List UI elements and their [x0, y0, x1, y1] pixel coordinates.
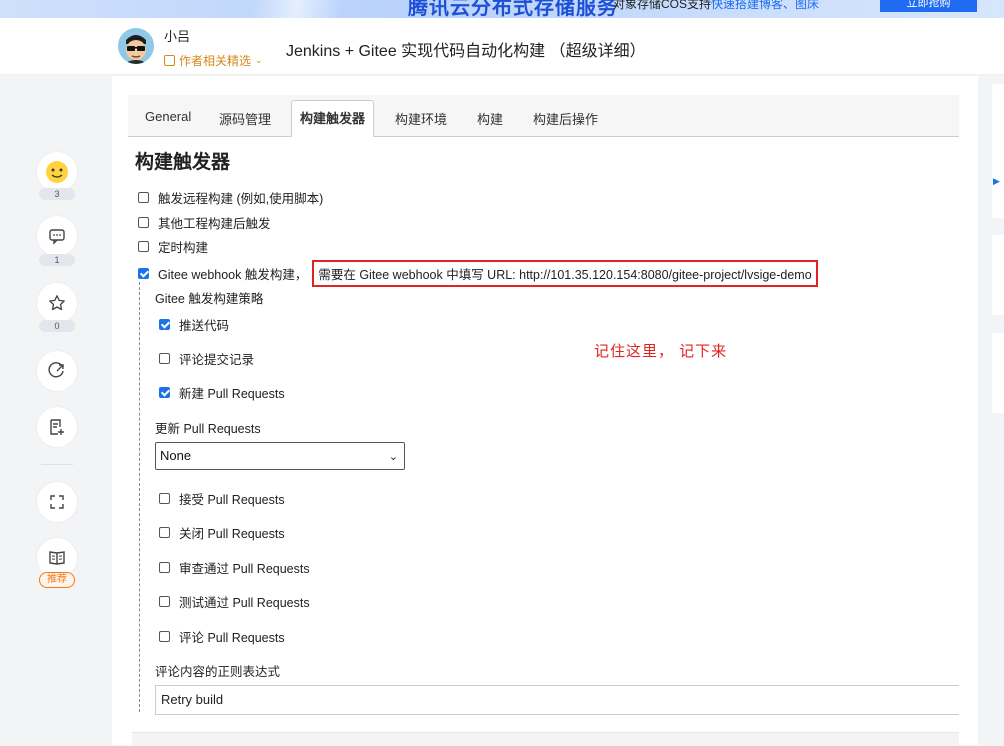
- comment-count: 1: [39, 254, 75, 266]
- comment-regex-input[interactable]: Retry build: [155, 685, 959, 715]
- add-note-icon: [50, 419, 64, 435]
- jenkins-config-screenshot: General 源码管理 构建触发器 构建环境 构建 构建后操作 构建触发器 触…: [128, 95, 959, 725]
- trigger-remote[interactable]: 触发远程构建 (例如,使用脚本): [138, 188, 323, 207]
- buy-button[interactable]: 立即抢购: [880, 0, 977, 12]
- trigger-label: 定时构建: [158, 241, 209, 255]
- share-icon: [48, 362, 64, 378]
- checkbox[interactable]: [159, 562, 170, 573]
- recommend-badge[interactable]: 推荐: [39, 572, 75, 588]
- trigger-after-other-project[interactable]: 其他工程构建后触发: [138, 213, 271, 232]
- checkbox[interactable]: [138, 241, 149, 252]
- nested-options-guide: [139, 282, 140, 712]
- checkbox[interactable]: [138, 192, 149, 203]
- right-rail-panel-3: [992, 333, 1004, 413]
- cube-icon: [164, 55, 175, 66]
- like-count: 3: [39, 188, 75, 200]
- star-count: 0: [39, 320, 75, 332]
- next-block: [132, 732, 959, 746]
- share-button[interactable]: [37, 351, 77, 391]
- checkbox-checked[interactable]: [159, 387, 170, 398]
- banner-headline: 腾讯云分布式存储服务: [408, 0, 618, 18]
- tab-build[interactable]: 构建: [477, 109, 503, 128]
- comment-regex-label: 评论内容的正则表达式: [155, 665, 281, 679]
- tab-source-control[interactable]: 源码管理: [219, 109, 271, 128]
- update-pr-select[interactable]: None ⌄: [155, 442, 405, 470]
- checkbox[interactable]: [159, 493, 170, 504]
- checkbox[interactable]: [159, 527, 170, 538]
- chevron-down-icon: ⌄: [388, 451, 398, 463]
- select-value: None: [160, 448, 192, 463]
- pr-accept[interactable]: 接受 Pull Requests: [159, 489, 285, 508]
- banner-decoration: [220, 0, 390, 18]
- checkbox-checked[interactable]: [138, 268, 149, 279]
- banner-subtext: 对象存储COS支持快速搭建博客、图床: [613, 0, 819, 12]
- trigger-label: Gitee webhook 触发构建，: [158, 268, 308, 282]
- trigger-label: 其他工程构建后触发: [158, 217, 271, 231]
- strategy-push[interactable]: 推送代码: [159, 315, 229, 334]
- pr-test-passed[interactable]: 测试通过 Pull Requests: [159, 592, 310, 611]
- pr-option-label: 测试通过 Pull Requests: [179, 596, 310, 610]
- update-pr-label: 更新 Pull Requests: [155, 422, 261, 436]
- book-icon: [49, 551, 65, 565]
- webhook-url-highlight: 需要在 Gitee webhook 中填写 URL: http://101.35…: [312, 260, 818, 287]
- pr-review-passed[interactable]: 审查通过 Pull Requests: [159, 558, 310, 577]
- expand-arrow-icon[interactable]: ▶: [993, 176, 1000, 187]
- pr-option-label: 评论 Pull Requests: [179, 631, 285, 645]
- promo-banner[interactable]: 腾讯云分布式存储服务 对象存储COS支持快速搭建博客、图床 立即抢购: [0, 0, 1004, 18]
- strategy-option-label: 评论提交记录: [179, 353, 255, 367]
- right-rail-panel: ▶: [992, 84, 1004, 218]
- handwritten-note: 记住这里， 记下来: [594, 343, 728, 360]
- strategy-option-label: 推送代码: [179, 319, 230, 333]
- author-picks-dropdown[interactable]: 作者相关精选 ⌄: [164, 52, 263, 69]
- trigger-gitee-webhook[interactable]: Gitee webhook 触发构建， 需要在 Gitee webhook 中填…: [138, 260, 818, 287]
- comment-button[interactable]: [37, 216, 77, 256]
- strategy-commit-comment[interactable]: 评论提交记录: [159, 349, 254, 368]
- section-title: 构建触发器: [135, 152, 231, 173]
- article-header: 小吕 作者相关精选 ⌄ Jenkins + Gitee 实现代码自动化构建 （超…: [0, 18, 1004, 75]
- author-name[interactable]: 小吕: [164, 26, 190, 45]
- tab-build-environment[interactable]: 构建环境: [395, 109, 447, 128]
- tab-build-triggers[interactable]: 构建触发器: [291, 100, 375, 137]
- strategy-option-label: 新建 Pull Requests: [179, 387, 285, 401]
- checkbox[interactable]: [159, 353, 170, 364]
- tab-post-build[interactable]: 构建后操作: [533, 109, 598, 128]
- banner-link[interactable]: 快速搭建博客、图床: [711, 0, 819, 11]
- checkbox[interactable]: [138, 217, 149, 228]
- star-icon: [49, 295, 65, 311]
- pr-option-label: 关闭 Pull Requests: [179, 527, 285, 541]
- pr-comment[interactable]: 评论 Pull Requests: [159, 627, 285, 646]
- pr-option-label: 接受 Pull Requests: [179, 493, 285, 507]
- avatar[interactable]: [118, 28, 154, 64]
- note-button[interactable]: [37, 407, 77, 447]
- pr-option-label: 审查通过 Pull Requests: [179, 562, 310, 576]
- strategy-new-pr[interactable]: 新建 Pull Requests: [159, 383, 285, 402]
- config-tabs: General 源码管理 构建触发器 构建环境 构建 构建后操作: [128, 95, 959, 137]
- chevron-down-icon: ⌄: [255, 55, 263, 65]
- pr-close[interactable]: 关闭 Pull Requests: [159, 523, 285, 542]
- right-rail-panel-2: [992, 235, 1004, 315]
- trigger-scheduled[interactable]: 定时构建: [138, 237, 208, 256]
- article-title: Jenkins + Gitee 实现代码自动化构建 （超级详细）: [286, 43, 646, 60]
- like-button[interactable]: [37, 152, 77, 192]
- fullscreen-button[interactable]: [37, 482, 77, 522]
- checkbox[interactable]: [159, 596, 170, 607]
- author-picks-label: 作者相关精选: [179, 54, 252, 68]
- fullscreen-icon: [50, 495, 64, 509]
- checkbox-checked[interactable]: [159, 319, 170, 330]
- tab-general[interactable]: General: [145, 109, 191, 124]
- strategy-label: Gitee 触发构建策略: [155, 292, 264, 306]
- like-emoji-icon: [46, 161, 68, 183]
- trigger-label: 触发远程构建 (例如,使用脚本): [158, 192, 324, 206]
- toolbar-divider: [41, 464, 73, 465]
- favorite-button[interactable]: [37, 283, 77, 323]
- comment-icon: [49, 229, 65, 245]
- checkbox[interactable]: [159, 631, 170, 642]
